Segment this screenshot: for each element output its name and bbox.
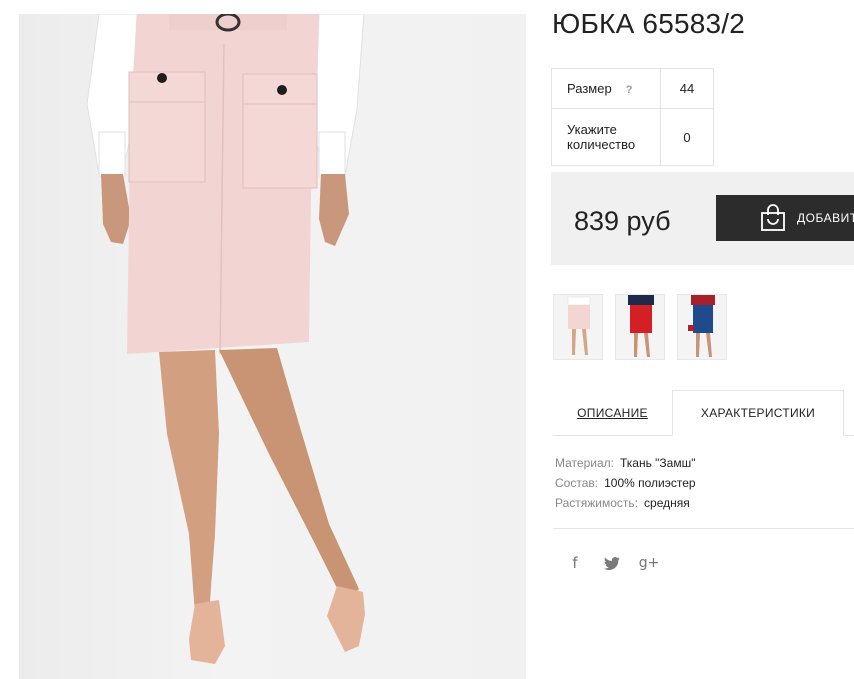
specs-list: Материал: Ткань "Замш" Состав: 100% полиэс… — [555, 453, 696, 513]
spec-value: 100% полиэстер — [604, 476, 696, 490]
add-to-cart-label: ДОБАВИТЬ — [797, 211, 854, 225]
spec-key: Материал: — [555, 456, 614, 470]
spec-row: Материал: Ткань "Замш" — [555, 453, 696, 473]
size-label-cell: Размер? — [551, 68, 661, 109]
google-plus-icon[interactable]: g+ — [638, 552, 660, 574]
tab-characteristics[interactable]: ХАРАКТЕРИСТИКИ — [672, 390, 844, 436]
question-icon[interactable]: ? — [626, 84, 633, 96]
quantity-label: Укажите количество — [551, 108, 661, 166]
thumbnail-pink[interactable] — [553, 294, 603, 360]
divider — [553, 528, 854, 529]
shopping-bag-icon — [761, 204, 785, 231]
spec-key: Состав: — [555, 476, 599, 490]
spec-value: средняя — [644, 496, 690, 510]
tab-description[interactable]: ОПИСАНИЕ — [553, 390, 672, 436]
product-main-image[interactable] — [19, 14, 526, 679]
product-options-table: Размер? 44 Укажите количество 0 — [551, 68, 714, 166]
spec-value: Ткань "Замш" — [619, 456, 696, 470]
add-to-cart-button[interactable]: ДОБАВИТЬ — [716, 195, 854, 241]
twitter-bird-shape — [604, 556, 620, 570]
product-price: 839 руб — [574, 206, 671, 236]
spec-row: Состав: 100% полиэстер — [555, 473, 696, 493]
quantity-input[interactable]: 0 — [660, 108, 714, 166]
product-tabs: ОПИСАНИЕ ХАРАКТЕРИСТИКИ — [553, 390, 854, 436]
buy-panel: 839 руб ДОБАВИТЬ — [551, 172, 854, 265]
product-title: ЮБКА 65583/2 — [552, 8, 746, 39]
size-label: Размер — [567, 81, 612, 96]
spec-key: Растяжимость: — [555, 496, 639, 510]
facebook-icon[interactable]: f — [564, 552, 586, 574]
size-select[interactable]: 44 — [660, 68, 714, 109]
thumbnail-red[interactable] — [615, 294, 665, 360]
thumbnail-navy[interactable] — [677, 294, 727, 360]
twitter-icon[interactable] — [601, 552, 623, 574]
spec-row: Растяжимость: средняя — [555, 493, 696, 513]
